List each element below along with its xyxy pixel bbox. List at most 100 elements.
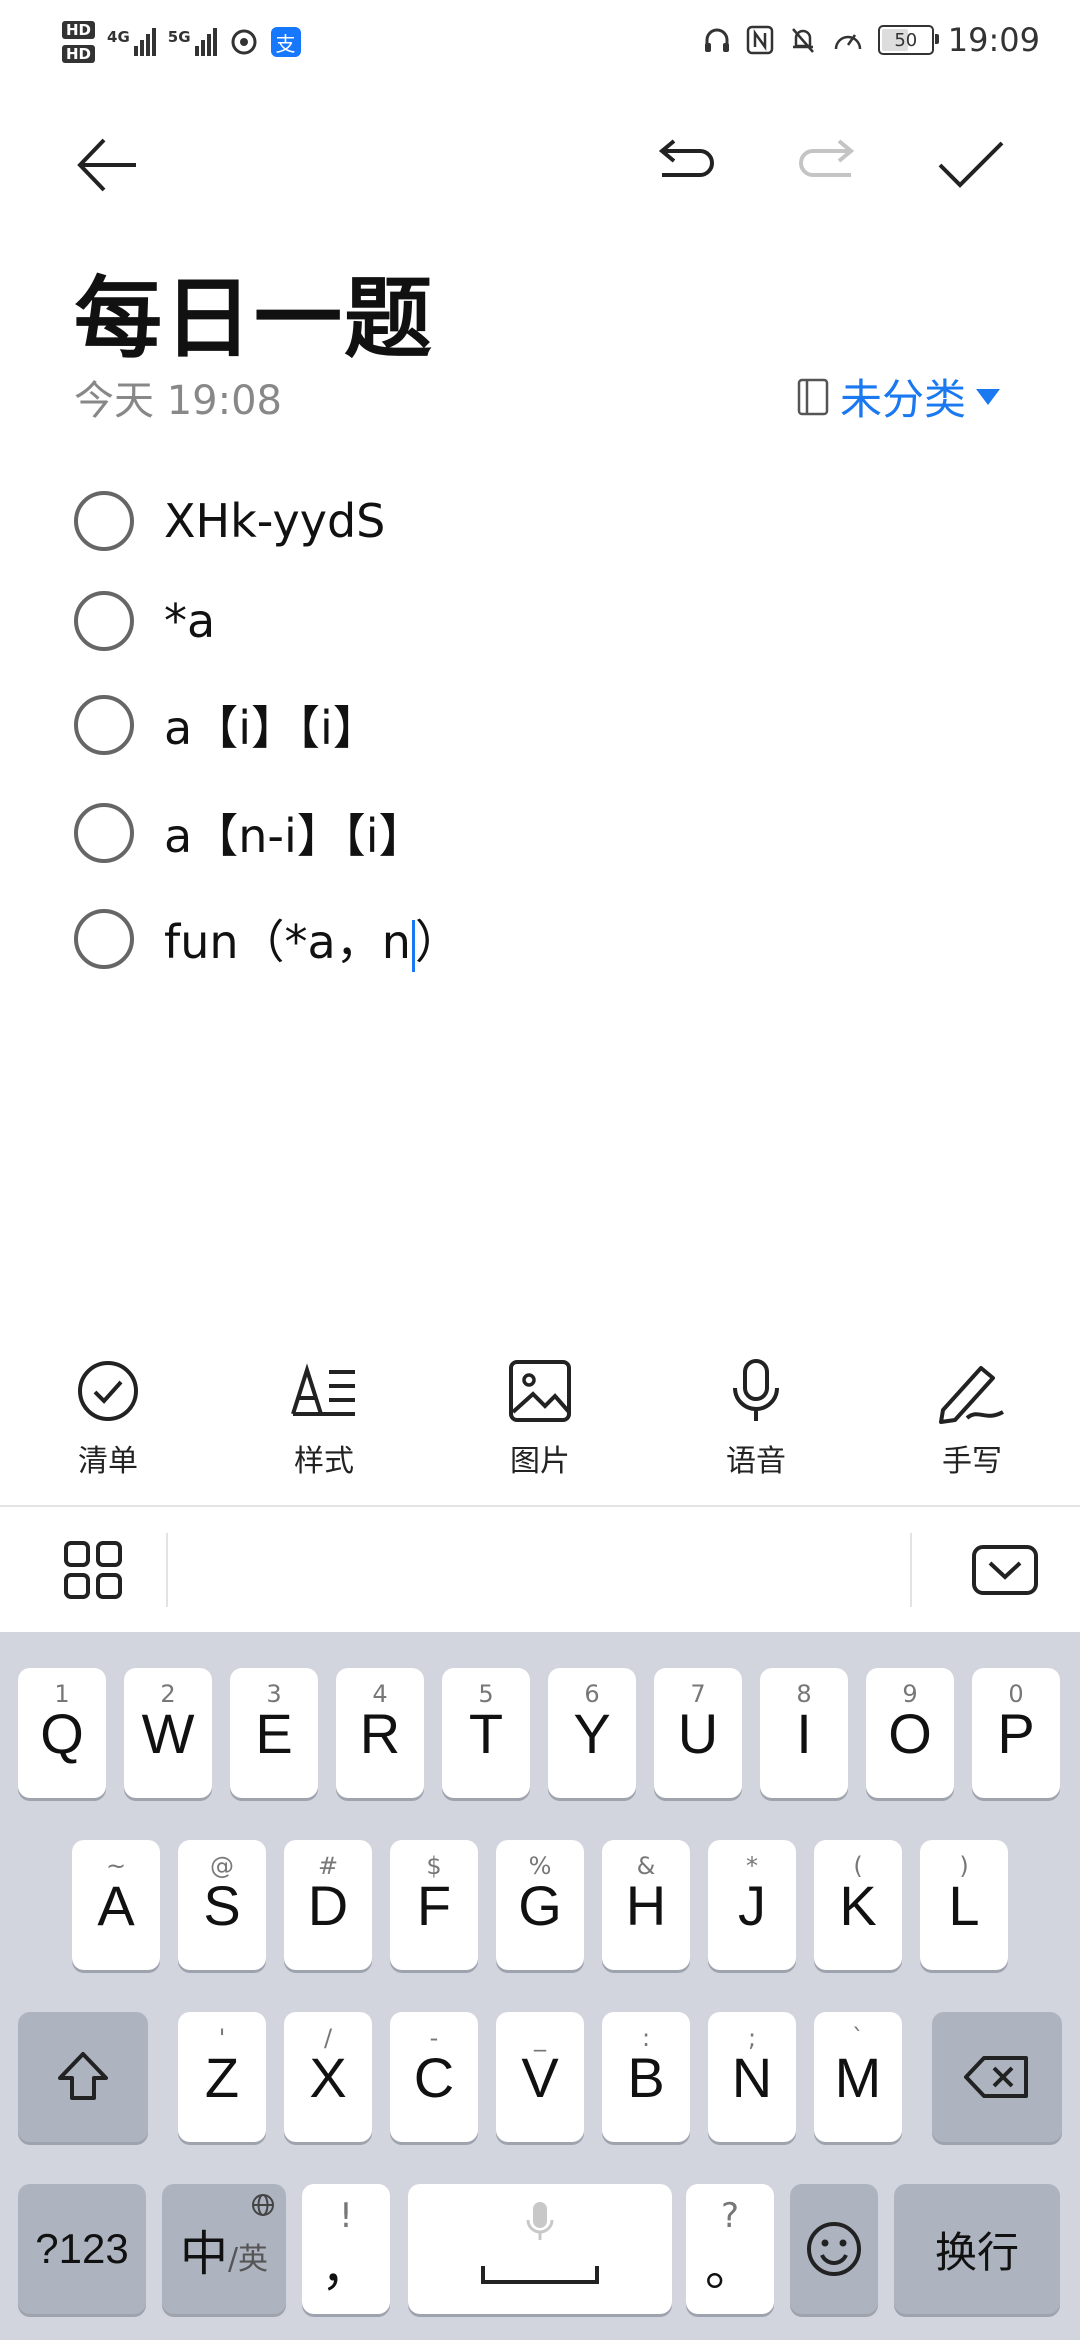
key-u[interactable]: 7U (654, 1668, 742, 1798)
key-i[interactable]: 8I (760, 1668, 848, 1798)
language-switch-key[interactable]: 中/英 (162, 2184, 286, 2314)
key-sub: 8 (796, 1680, 812, 1708)
redo-icon (799, 139, 855, 177)
note-title[interactable]: 每日一题 (74, 248, 434, 375)
key-main: B (627, 2045, 665, 2109)
toolbar-divider (910, 1533, 912, 1607)
signal-bar (194, 46, 199, 56)
key-p[interactable]: 0P (972, 1668, 1060, 1798)
period-key[interactable]: ? 。 (686, 2184, 774, 2314)
tool-label: 清单 (78, 1444, 138, 1479)
hide-keyboard-button[interactable] (968, 1533, 1042, 1607)
key-f[interactable]: $ F (390, 1840, 478, 1970)
image-icon (509, 1360, 571, 1422)
redo-button[interactable] (783, 120, 873, 210)
key-v[interactable]: _ V (496, 2012, 584, 2142)
key-sub: & (636, 1852, 656, 1880)
alipay-icon: 支 (270, 27, 301, 57)
key-w[interactable]: 2W (124, 1668, 212, 1798)
checklist-item-text[interactable]: a【n-i】【i】 (164, 800, 425, 866)
checklist-item-text[interactable]: *a (164, 594, 215, 648)
done-button[interactable] (926, 120, 1016, 210)
key-s[interactable]: @ S (178, 1840, 266, 1970)
key-sub: @ (210, 1852, 234, 1880)
keyboard: 1Q 2W 3E 4R 5T 6Y 7U 8I 9O 0P ~ A @ S # D $… (0, 1632, 1080, 2340)
status-right: 50 19:09 (702, 14, 1040, 66)
key-t[interactable]: 5T (442, 1668, 530, 1798)
checklist-item-text[interactable]: XHk-yydS (164, 494, 385, 548)
signal-5g: 5G (168, 28, 217, 56)
toolbar-divider (166, 1533, 168, 1607)
key-main: N (731, 2045, 773, 2109)
key-d[interactable]: # D (284, 1840, 372, 1970)
key-a[interactable]: ~ A (72, 1840, 160, 1970)
shift-key[interactable] (18, 2012, 148, 2142)
tool-checklist[interactable]: 清单 (38, 1358, 178, 1488)
key-sub: / (323, 2024, 333, 2052)
tool-style[interactable]: 样式 (254, 1358, 394, 1488)
key-c[interactable]: -C (390, 2012, 478, 2142)
key-g[interactable]: % G (496, 1840, 584, 1970)
checklist-item[interactable]: fun（*a，n） (74, 904, 461, 974)
key-j[interactable]: * J (708, 1840, 796, 1970)
key-y[interactable]: 6Y (548, 1668, 636, 1798)
key-sub: ! (339, 2196, 353, 2236)
key-o[interactable]: 9O (866, 1668, 954, 1798)
tool-voice[interactable]: 语音 (686, 1358, 826, 1488)
checklist-item-text[interactable]: fun（*a，n） (164, 906, 461, 972)
key-h[interactable]: & H (602, 1840, 690, 1970)
undo-button[interactable] (640, 120, 730, 210)
key-main: K (839, 1873, 877, 1937)
key-sub: 0 (1008, 1680, 1024, 1708)
key-k[interactable]: (K (814, 1840, 902, 1970)
dropdown-triangle-icon (976, 388, 1000, 405)
key-q[interactable]: 1Q (18, 1668, 106, 1798)
tool-label: 手写 (942, 1444, 1002, 1479)
key-b[interactable]: :B (602, 2012, 690, 2142)
key-sub: ( (853, 1852, 863, 1880)
key-z[interactable]: ' Z (178, 2012, 266, 2142)
arrow-left-icon (77, 138, 136, 192)
back-button[interactable] (62, 120, 152, 210)
category-selector[interactable]: 未分类 (796, 366, 1000, 427)
checkbox-circle[interactable] (74, 491, 134, 551)
hd-indicators: HD HD (62, 21, 96, 63)
key-sub: - (429, 2024, 439, 2052)
emoji-key[interactable] (790, 2184, 878, 2314)
checklist-item[interactable]: XHk-yydS (74, 486, 385, 556)
comma-key[interactable]: ! ， (302, 2184, 390, 2314)
key-main: C (413, 2045, 455, 2109)
keyboard-menu-button[interactable] (56, 1533, 130, 1607)
checkbox-circle[interactable] (74, 803, 134, 863)
checkbox-circle[interactable] (74, 909, 134, 969)
key-sub: 5 (478, 1680, 494, 1708)
key-m[interactable]: ` M (814, 2012, 902, 2142)
edit-tools-bar: 清单 样式 图片 语音 手写 (0, 1358, 1080, 1488)
key-main: J (738, 1873, 766, 1937)
grid-icon (64, 1541, 122, 1599)
checklist-item-text[interactable]: a【i】【i】 (164, 692, 379, 758)
key-main: Q (40, 1701, 84, 1765)
key-r[interactable]: 4R (336, 1668, 424, 1798)
tool-handwriting[interactable]: 手写 (902, 1358, 1042, 1488)
checklist-item[interactable]: *a (74, 586, 215, 656)
key-main: ， (321, 2240, 371, 2296)
checklist-item[interactable]: a【n-i】【i】 (74, 798, 425, 868)
key-main: 。 (705, 2240, 755, 2296)
checkmark-icon (938, 141, 1004, 188)
backspace-key[interactable] (932, 2012, 1062, 2142)
numbers-key[interactable]: ?123 (18, 2184, 146, 2314)
checkbox-circle[interactable] (74, 695, 134, 755)
space-key[interactable] (408, 2184, 672, 2314)
key-n[interactable]: ; N (708, 2012, 796, 2142)
tool-image[interactable]: 图片 (470, 1358, 610, 1488)
key-l[interactable]: ) L (920, 1840, 1008, 1970)
key-e[interactable]: 3E (230, 1668, 318, 1798)
key-main: L (948, 1873, 980, 1937)
tool-label: 样式 (294, 1444, 354, 1479)
key-x[interactable]: / X (284, 2012, 372, 2142)
enter-key[interactable]: 换行 (894, 2184, 1060, 2314)
checkbox-circle[interactable] (74, 591, 134, 651)
checklist-item[interactable]: a【i】【i】 (74, 690, 379, 760)
battery-icon: 50 (877, 25, 939, 55)
